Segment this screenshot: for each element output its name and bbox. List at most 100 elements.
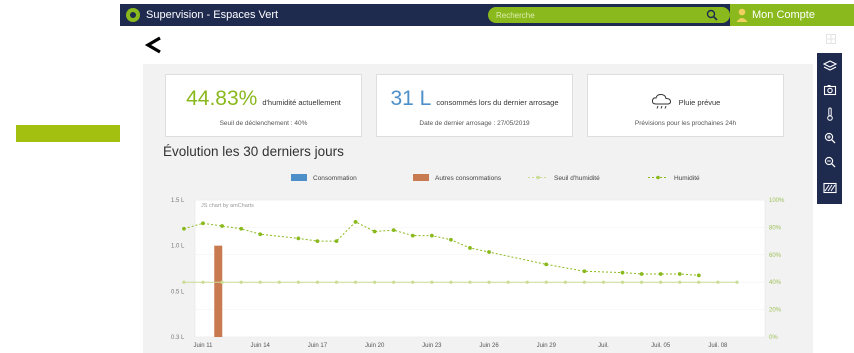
search-icon[interactable] <box>706 9 718 21</box>
threshold-text: Seuil de déclenchement : 40% <box>219 120 308 127</box>
point-humidite <box>696 273 701 278</box>
point-seuil <box>277 280 281 284</box>
layers-icon <box>822 60 837 71</box>
y-right-tick-2: 60% <box>769 253 782 259</box>
weather-card: Pluie prévue Prévisions pour les prochai… <box>587 74 784 137</box>
point-seuil <box>315 280 320 284</box>
point-seuil <box>678 280 682 284</box>
zoom-out-button[interactable] <box>817 151 842 173</box>
legend-swatch-autres <box>413 174 429 181</box>
zoom-out-icon <box>824 156 835 168</box>
point-seuil <box>449 280 453 284</box>
brand[interactable]: Supervision - Espaces Vert <box>126 7 278 23</box>
point-humidite <box>391 228 396 233</box>
point-seuil <box>544 280 548 284</box>
point-humidite <box>658 272 663 276</box>
point-seuil <box>392 280 396 284</box>
search-input[interactable] <box>496 8 696 22</box>
main-panel: 44.83% d'humidité actuellement Seuil de … <box>143 64 813 353</box>
point-seuil <box>601 280 606 284</box>
x-tick-4: Juin 23 <box>422 343 442 349</box>
legend-label-2: Seuil d'humidité <box>554 175 600 182</box>
point-humidite <box>315 239 320 243</box>
point-seuil <box>620 280 625 284</box>
humidity-chart: Consommation Autres consommations Seuil d'… <box>171 174 785 349</box>
point-seuil <box>220 280 224 284</box>
point-humidite <box>620 270 625 275</box>
x-tick-3: Juin 20 <box>365 343 385 349</box>
y-right-tick-4: 20% <box>769 308 782 314</box>
legend-label-3: Humidité <box>674 175 700 182</box>
point-seuil <box>258 280 262 284</box>
camera-button[interactable] <box>817 79 842 101</box>
point-humidite <box>353 220 358 224</box>
y-right-tick-3: 40% <box>769 280 782 286</box>
brand-logo-icon <box>126 8 140 22</box>
legend-label-1: Autres consommations <box>435 175 502 182</box>
point-humidite <box>429 233 434 238</box>
camera-icon <box>823 85 836 96</box>
point-seuil <box>353 280 358 284</box>
stripes-button[interactable] <box>817 177 842 199</box>
x-tick-6: Juin 29 <box>537 343 557 349</box>
point-humidite <box>372 229 377 234</box>
thermometer-icon <box>826 107 833 121</box>
point-humidite <box>220 224 224 228</box>
point-seuil <box>563 280 567 284</box>
zoom-in-button[interactable] <box>817 127 842 149</box>
point-seuil <box>182 280 186 284</box>
point-humidite <box>487 250 491 254</box>
consumption-card: 31 L consommés lors du dernier arrosage … <box>376 74 573 137</box>
legend-swatch-consommation <box>291 174 307 181</box>
point-seuil <box>373 280 377 284</box>
app-title: Supervision - Espaces Vert <box>146 9 279 21</box>
point-humidite <box>334 239 339 243</box>
layers-button[interactable] <box>817 55 842 77</box>
grid-icon <box>826 34 836 44</box>
app-root: { "header": { "title": "Supervision - Es… <box>0 0 854 353</box>
point-humidite <box>449 237 453 242</box>
consumption-label: consommés lors du dernier arrosage <box>436 98 559 107</box>
humidity-card: 44.83% d'humidité actuellement Seuil de … <box>165 74 362 137</box>
point-humidite <box>582 269 587 274</box>
point-seuil <box>582 280 586 284</box>
y-left-tick-1: 1.0 L <box>171 244 185 250</box>
thermometer-button[interactable] <box>817 103 842 125</box>
rain-label: Pluie prévue <box>678 97 721 107</box>
point-seuil <box>659 280 663 284</box>
plot-area <box>194 199 766 338</box>
forecast-text: Prévisions pour les prochaines 24h <box>634 120 737 127</box>
map-toolbar <box>817 53 842 204</box>
point-humidite <box>639 272 644 276</box>
section-title: Évolution les 30 derniers jours <box>163 144 344 159</box>
point-seuil <box>487 280 491 284</box>
point-humidite <box>410 233 415 238</box>
user-icon <box>736 8 748 22</box>
point-seuil <box>506 280 510 284</box>
back-button[interactable] <box>143 34 165 56</box>
point-humidite <box>296 236 301 241</box>
point-seuil <box>430 280 434 284</box>
point-humidite <box>544 262 549 267</box>
y-left-tick-3: 0.3 L <box>171 335 185 341</box>
x-tick-0: Juin 11 <box>194 343 214 349</box>
point-seuil <box>697 280 701 284</box>
account-label: Mon Compte <box>752 9 815 21</box>
x-tick-2: Juin 17 <box>308 343 328 349</box>
consumption-value: 31 L <box>390 87 432 110</box>
y-right-tick-5: 0% <box>769 335 778 341</box>
account-button[interactable]: Mon Compte <box>730 4 854 26</box>
last-watering-text: Date de dernier arrosage : 27/05/2019 <box>419 120 530 127</box>
point-seuil <box>334 280 339 284</box>
point-humidite <box>468 246 472 250</box>
x-tick-5: Juin 26 <box>479 343 499 349</box>
accent-bar <box>16 125 120 142</box>
point-humidite <box>258 232 263 237</box>
y-left-tick-0: 1.5 L <box>171 198 185 204</box>
point-humidite <box>182 226 186 231</box>
zoom-in-icon <box>824 132 835 144</box>
legend-marker-2 <box>536 175 540 180</box>
point-seuil <box>735 280 739 284</box>
x-tick-7: Juil. <box>598 343 609 349</box>
point-seuil <box>640 280 644 284</box>
